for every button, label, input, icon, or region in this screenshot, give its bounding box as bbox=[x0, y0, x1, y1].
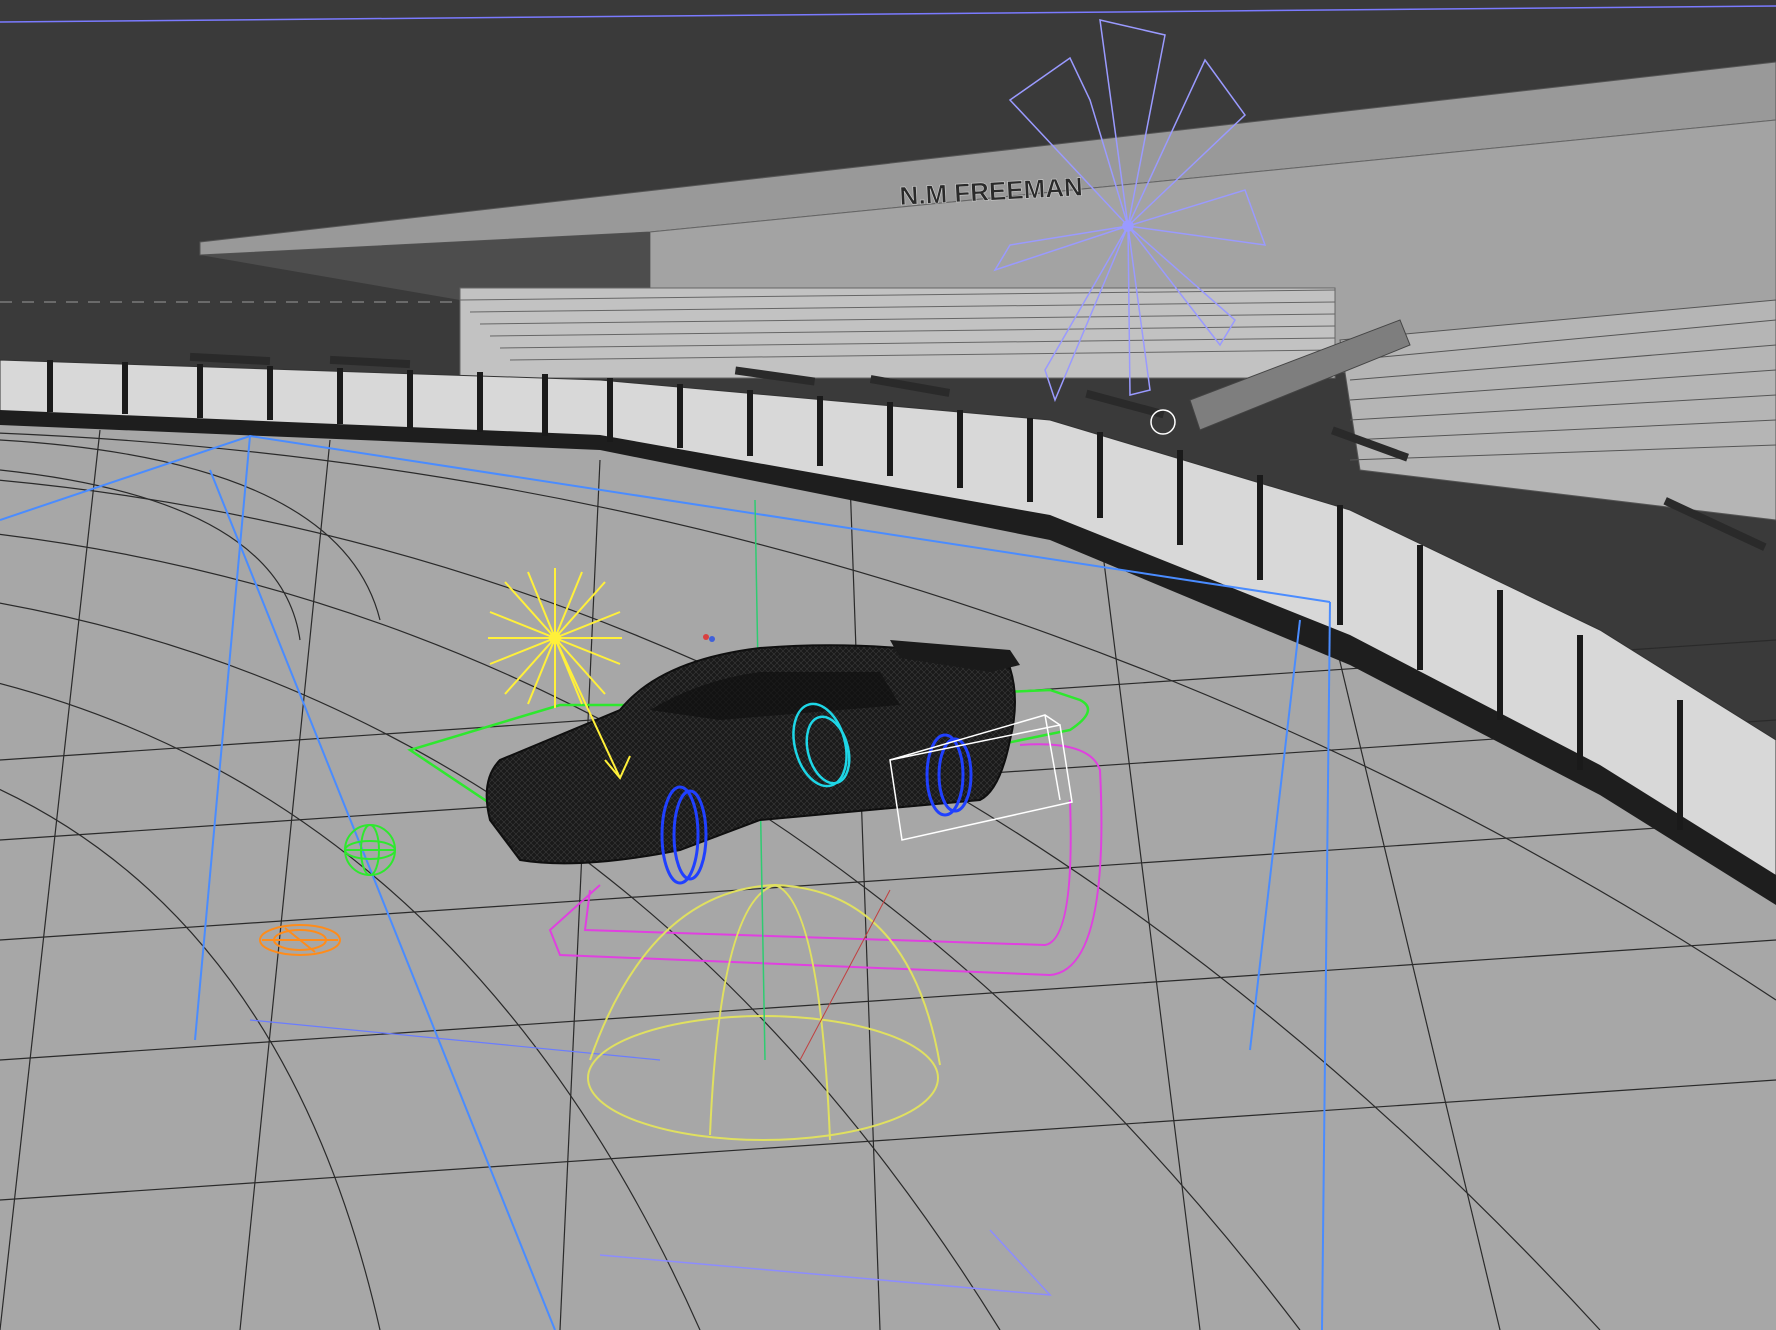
grandstand-seating-left bbox=[459, 287, 1336, 379]
3d-viewport[interactable]: N.M FREEMAN bbox=[0, 0, 1776, 1330]
orange-area-light-helper[interactable] bbox=[259, 924, 341, 956]
